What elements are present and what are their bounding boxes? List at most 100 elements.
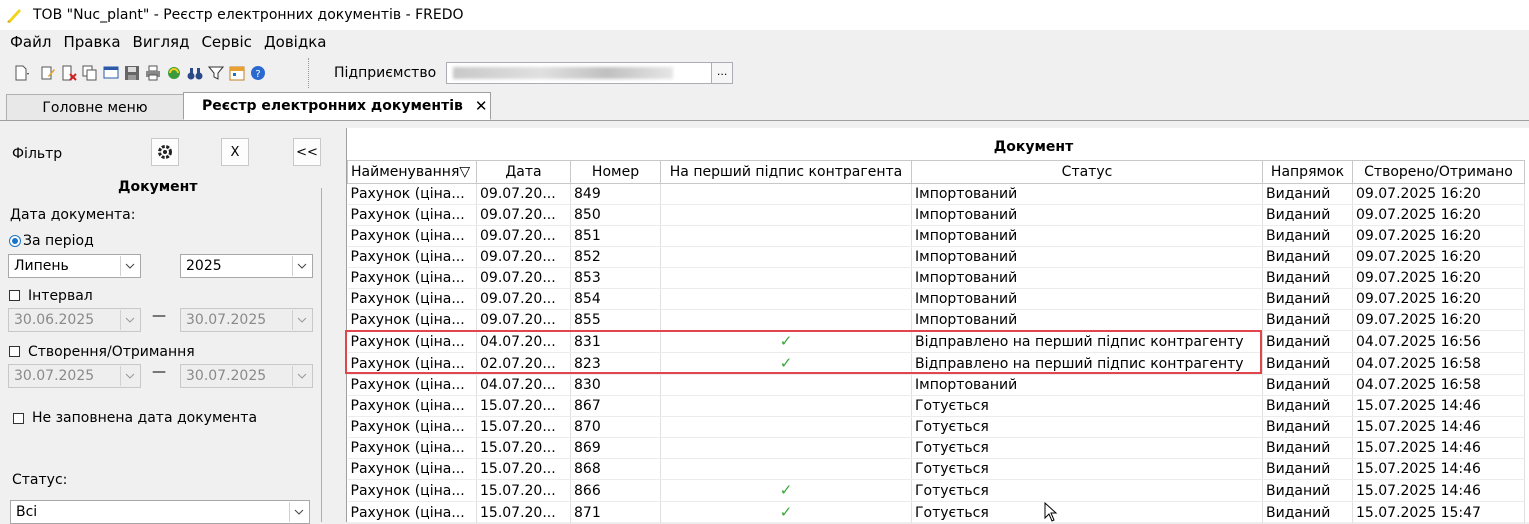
interval-from-value: 30.06.2025 bbox=[14, 312, 95, 328]
column-header-created[interactable]: Створено/Отримано bbox=[1352, 160, 1525, 184]
table-row[interactable]: Рахунок (ціна... 15.07.20... 868 Готується В… bbox=[347, 458, 1525, 480]
table-row[interactable]: Рахунок (ціна... 15.07.20... 869 Готується В… bbox=[347, 437, 1525, 459]
chevron-down-icon bbox=[292, 310, 311, 330]
cell-direction: Виданий bbox=[1262, 288, 1353, 310]
calendar-icon[interactable] bbox=[228, 65, 245, 82]
toolbar: ? Підприємство ... bbox=[0, 56, 1529, 90]
cell-direction: Виданий bbox=[1262, 246, 1353, 268]
copy-icon[interactable] bbox=[81, 65, 98, 82]
interval-from-date[interactable]: 30.06.2025 bbox=[8, 308, 141, 332]
created-to-date[interactable]: 30.07.2025 bbox=[180, 364, 313, 388]
cell-status: Відправлено на перший підпис контрагенту bbox=[911, 330, 1263, 353]
table-row[interactable]: Рахунок (ціна... 09.07.20... 853 Імпортован… bbox=[347, 267, 1525, 289]
cell-name: Рахунок (ціна... bbox=[347, 416, 477, 438]
cell-status: Готується bbox=[911, 458, 1263, 480]
column-header-number[interactable]: Номер bbox=[570, 160, 661, 184]
table-row[interactable]: Рахунок (ціна... 15.07.20... 871 ✓ Готується… bbox=[347, 501, 1525, 524]
menu-help[interactable]: Довідка bbox=[258, 33, 333, 51]
table-row[interactable]: Рахунок (ціна... 04.07.20... 831 ✓ Відправле… bbox=[347, 330, 1525, 353]
chevron-down-icon bbox=[120, 310, 139, 330]
created-from-date[interactable]: 30.07.2025 bbox=[8, 364, 141, 388]
menu-file[interactable]: Файл bbox=[4, 33, 57, 51]
cell-direction: Виданий bbox=[1262, 416, 1353, 438]
table-row[interactable]: Рахунок (ціна... 09.07.20... 855 Імпортован… bbox=[347, 309, 1525, 331]
cell-first-sign bbox=[660, 183, 912, 205]
column-header-direction[interactable]: Напрямок bbox=[1262, 160, 1353, 184]
cell-number: 850 bbox=[570, 204, 661, 226]
new-document-icon[interactable] bbox=[12, 65, 29, 82]
menu-edit[interactable]: Правка bbox=[57, 33, 126, 51]
cell-status: Імпортований bbox=[911, 246, 1263, 268]
window-icon[interactable] bbox=[102, 65, 119, 82]
cell-direction: Виданий bbox=[1262, 479, 1353, 502]
filter-collapse-button[interactable]: << bbox=[293, 138, 321, 166]
column-header-date[interactable]: Дата bbox=[476, 160, 571, 184]
table-row[interactable]: Рахунок (ціна... 09.07.20... 852 Імпортован… bbox=[347, 246, 1525, 268]
cell-name: Рахунок (ціна... bbox=[347, 288, 477, 310]
created-label: Створення/Отримання bbox=[28, 344, 195, 360]
filter-settings-button[interactable] bbox=[151, 138, 179, 166]
cell-date: 09.07.20... bbox=[476, 267, 571, 289]
cell-created: 09.07.2025 16:20 bbox=[1352, 183, 1525, 205]
cell-name: Рахунок (ціна... bbox=[347, 374, 477, 396]
tab-main-menu[interactable]: Головне меню bbox=[6, 94, 184, 120]
cell-created: 09.07.2025 16:20 bbox=[1352, 267, 1525, 289]
save-icon[interactable] bbox=[123, 65, 140, 82]
cell-number: 870 bbox=[570, 416, 661, 438]
month-value: Липень bbox=[14, 258, 69, 274]
menu-view[interactable]: Вигляд bbox=[127, 33, 196, 51]
enterprise-value-blurred bbox=[453, 67, 674, 79]
doc-date-label: Дата документа: bbox=[10, 207, 136, 223]
check-icon: ✓ bbox=[779, 503, 793, 521]
menu-service[interactable]: Сервіс bbox=[195, 33, 257, 51]
column-header-first-sign[interactable]: На перший підпис контрагента bbox=[660, 160, 912, 184]
status-select[interactable]: Всі bbox=[10, 500, 310, 524]
column-header-status[interactable]: Статус bbox=[911, 160, 1263, 184]
binoculars-icon[interactable] bbox=[186, 65, 203, 82]
cell-date: 15.07.20... bbox=[476, 437, 571, 459]
cell-status: Імпортований bbox=[911, 225, 1263, 247]
filter-clear-button[interactable]: X bbox=[221, 138, 249, 166]
no-date-checkbox[interactable] bbox=[13, 413, 24, 424]
cell-number: 869 bbox=[570, 437, 661, 459]
table-row[interactable]: Рахунок (ціна... 09.07.20... 851 Імпортован… bbox=[347, 225, 1525, 247]
month-select[interactable]: Липень bbox=[8, 254, 141, 278]
cell-name: Рахунок (ціна... bbox=[347, 309, 477, 331]
interval-to-date[interactable]: 30.07.2025 bbox=[180, 308, 313, 332]
year-select[interactable]: 2025 bbox=[180, 254, 313, 278]
cell-status: Готується bbox=[911, 479, 1263, 502]
period-radio[interactable] bbox=[9, 235, 21, 247]
refresh-icon[interactable] bbox=[165, 65, 182, 82]
cell-status: Імпортований bbox=[911, 309, 1263, 331]
filter-panel: Фільтр X << Документ Дата документа: За … bbox=[0, 128, 338, 524]
table-row[interactable]: Рахунок (ціна... 09.07.20... 854 Імпортован… bbox=[347, 288, 1525, 310]
delete-icon[interactable] bbox=[60, 65, 77, 82]
status-label: Статус: bbox=[12, 472, 68, 488]
interval-checkbox[interactable] bbox=[9, 290, 20, 301]
table-row[interactable]: Рахунок (ціна... 15.07.20... 870 Готується В… bbox=[347, 416, 1525, 438]
enterprise-field[interactable] bbox=[446, 62, 713, 84]
table-row[interactable]: Рахунок (ціна... 02.07.20... 823 ✓ Відправле… bbox=[347, 352, 1525, 375]
created-checkbox[interactable] bbox=[9, 346, 20, 357]
cell-first-sign: ✓ bbox=[660, 330, 912, 353]
help-icon[interactable]: ? bbox=[249, 65, 266, 82]
table-row[interactable]: Рахунок (ціна... 04.07.20... 830 Імпортован… bbox=[347, 374, 1525, 396]
cell-number: 855 bbox=[570, 309, 661, 331]
tab-document-registry[interactable]: Реєстр електронних документів ✕ bbox=[183, 92, 491, 120]
toolbar-separator bbox=[308, 58, 310, 88]
print-icon[interactable] bbox=[144, 65, 161, 82]
edit-icon[interactable] bbox=[39, 65, 56, 82]
table-row[interactable]: Рахунок (ціна... 15.07.20... 866 ✓ Готується… bbox=[347, 479, 1525, 502]
cell-created: 09.07.2025 16:20 bbox=[1352, 225, 1525, 247]
table-row[interactable]: Рахунок (ціна... 09.07.20... 850 Імпортован… bbox=[347, 204, 1525, 226]
check-icon: ✓ bbox=[779, 354, 793, 372]
enterprise-browse-button[interactable]: ... bbox=[711, 62, 734, 84]
table-row[interactable]: Рахунок (ціна... 09.07.20... 849 Імпортован… bbox=[347, 183, 1525, 205]
column-header-name[interactable]: Найменування▽ bbox=[347, 160, 477, 184]
app-logo-icon bbox=[7, 9, 21, 23]
cell-created: 04.07.2025 16:58 bbox=[1352, 352, 1525, 375]
close-tab-icon[interactable]: ✕ bbox=[475, 97, 488, 115]
cell-name: Рахунок (ціна... bbox=[347, 458, 477, 480]
table-row[interactable]: Рахунок (ціна... 15.07.20... 867 Готується В… bbox=[347, 395, 1525, 417]
filter-icon[interactable] bbox=[207, 65, 224, 82]
